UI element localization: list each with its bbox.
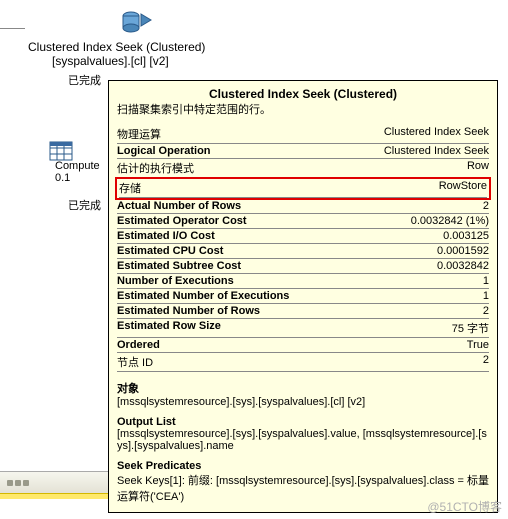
compute-scalar-node[interactable]: Compute 0.1 [55, 160, 100, 184]
property-row: Estimated Number of Rows 2 [117, 304, 489, 319]
property-value: 1 [483, 275, 489, 287]
property-row: Estimated Number of Executions 1 [117, 289, 489, 304]
property-row: 估计的执行模式 Row [117, 159, 489, 178]
property-value: 0.0032842 (1%) [411, 215, 489, 227]
property-label: Actual Number of Rows [117, 200, 241, 212]
operator-status: 已完成 [68, 72, 101, 88]
property-row: 节点 ID 2 [117, 353, 489, 372]
operator-tooltip: Clustered Index Seek (Clustered) 扫描聚集索引中… [108, 80, 498, 513]
property-row: 物理运算 Clustered Index Seek [117, 125, 489, 144]
grip-icon [0, 480, 36, 486]
property-value: 0.0001592 [437, 245, 489, 257]
property-value: 0.0032842 [437, 260, 489, 272]
output-list-header: Output List [117, 416, 489, 428]
property-label: Estimated Number of Executions [117, 290, 289, 302]
operator-object: [syspalvalues].[cl] [v2] [52, 54, 288, 68]
property-row: Estimated Subtree Cost 0.0032842 [117, 259, 489, 274]
operator-title: Clustered Index Seek (Clustered) [28, 40, 288, 54]
property-row: Number of Executions 1 [117, 274, 489, 289]
property-value: True [467, 339, 489, 351]
compute-status: 已完成 [68, 197, 101, 213]
property-label: 存储 [119, 180, 141, 196]
property-label: 物理运算 [117, 126, 161, 142]
property-value: 2 [483, 200, 489, 212]
property-label: Estimated Operator Cost [117, 215, 247, 227]
highlighted-property: 存储 RowStore [115, 177, 491, 200]
tooltip-description: 扫描聚集索引中特定范围的行。 [117, 101, 489, 117]
property-value: Row [467, 160, 489, 176]
property-value: 1 [483, 290, 489, 302]
seek-predicates-header: Seek Predicates [117, 460, 489, 472]
property-label: Estimated Number of Rows [117, 305, 260, 317]
clustered-index-seek-icon [48, 10, 228, 36]
property-row: Ordered True [117, 338, 489, 353]
plan-operator-node[interactable]: Clustered Index Seek (Clustered) [syspal… [28, 10, 288, 68]
compute-title: Compute [55, 160, 100, 172]
property-value: 2 [483, 354, 489, 370]
property-row: Estimated CPU Cost 0.0001592 [117, 244, 489, 259]
property-label: Estimated Row Size [117, 320, 221, 336]
property-label: 节点 ID [117, 354, 153, 370]
output-list-body: [mssqlsystemresource].[sys].[syspalvalue… [117, 428, 489, 452]
object-body: [mssqlsystemresource].[sys].[syspalvalue… [117, 396, 489, 408]
property-value: RowStore [439, 180, 487, 196]
property-row: 存储 RowStore [119, 179, 487, 198]
property-label: 估计的执行模式 [117, 160, 194, 176]
compute-cost: 0.1 [55, 172, 100, 184]
property-label: Estimated CPU Cost [117, 245, 223, 257]
property-label: Ordered [117, 339, 160, 351]
property-row: Actual Number of Rows 2 [117, 199, 489, 214]
status-bar [0, 471, 108, 493]
property-value: 0.003125 [443, 230, 489, 242]
highlight-strip [0, 493, 108, 499]
property-label: Number of Executions [117, 275, 234, 287]
property-label: Logical Operation [117, 145, 211, 157]
property-value: 2 [483, 305, 489, 317]
property-label: Estimated Subtree Cost [117, 260, 241, 272]
property-value: Clustered Index Seek [384, 145, 489, 157]
property-row: Estimated I/O Cost 0.003125 [117, 229, 489, 244]
property-label: Estimated I/O Cost [117, 230, 215, 242]
property-row: Logical Operation Clustered Index Seek [117, 144, 489, 159]
property-value: 75 字节 [452, 320, 489, 336]
watermark: @51CTO博客 [427, 498, 502, 515]
property-row: Estimated Operator Cost 0.0032842 (1%) [117, 214, 489, 229]
object-header: 对象 [117, 380, 489, 396]
property-row: Estimated Row Size 75 字节 [117, 319, 489, 338]
tooltip-title: Clustered Index Seek (Clustered) [117, 87, 489, 101]
property-value: Clustered Index Seek [384, 126, 489, 142]
